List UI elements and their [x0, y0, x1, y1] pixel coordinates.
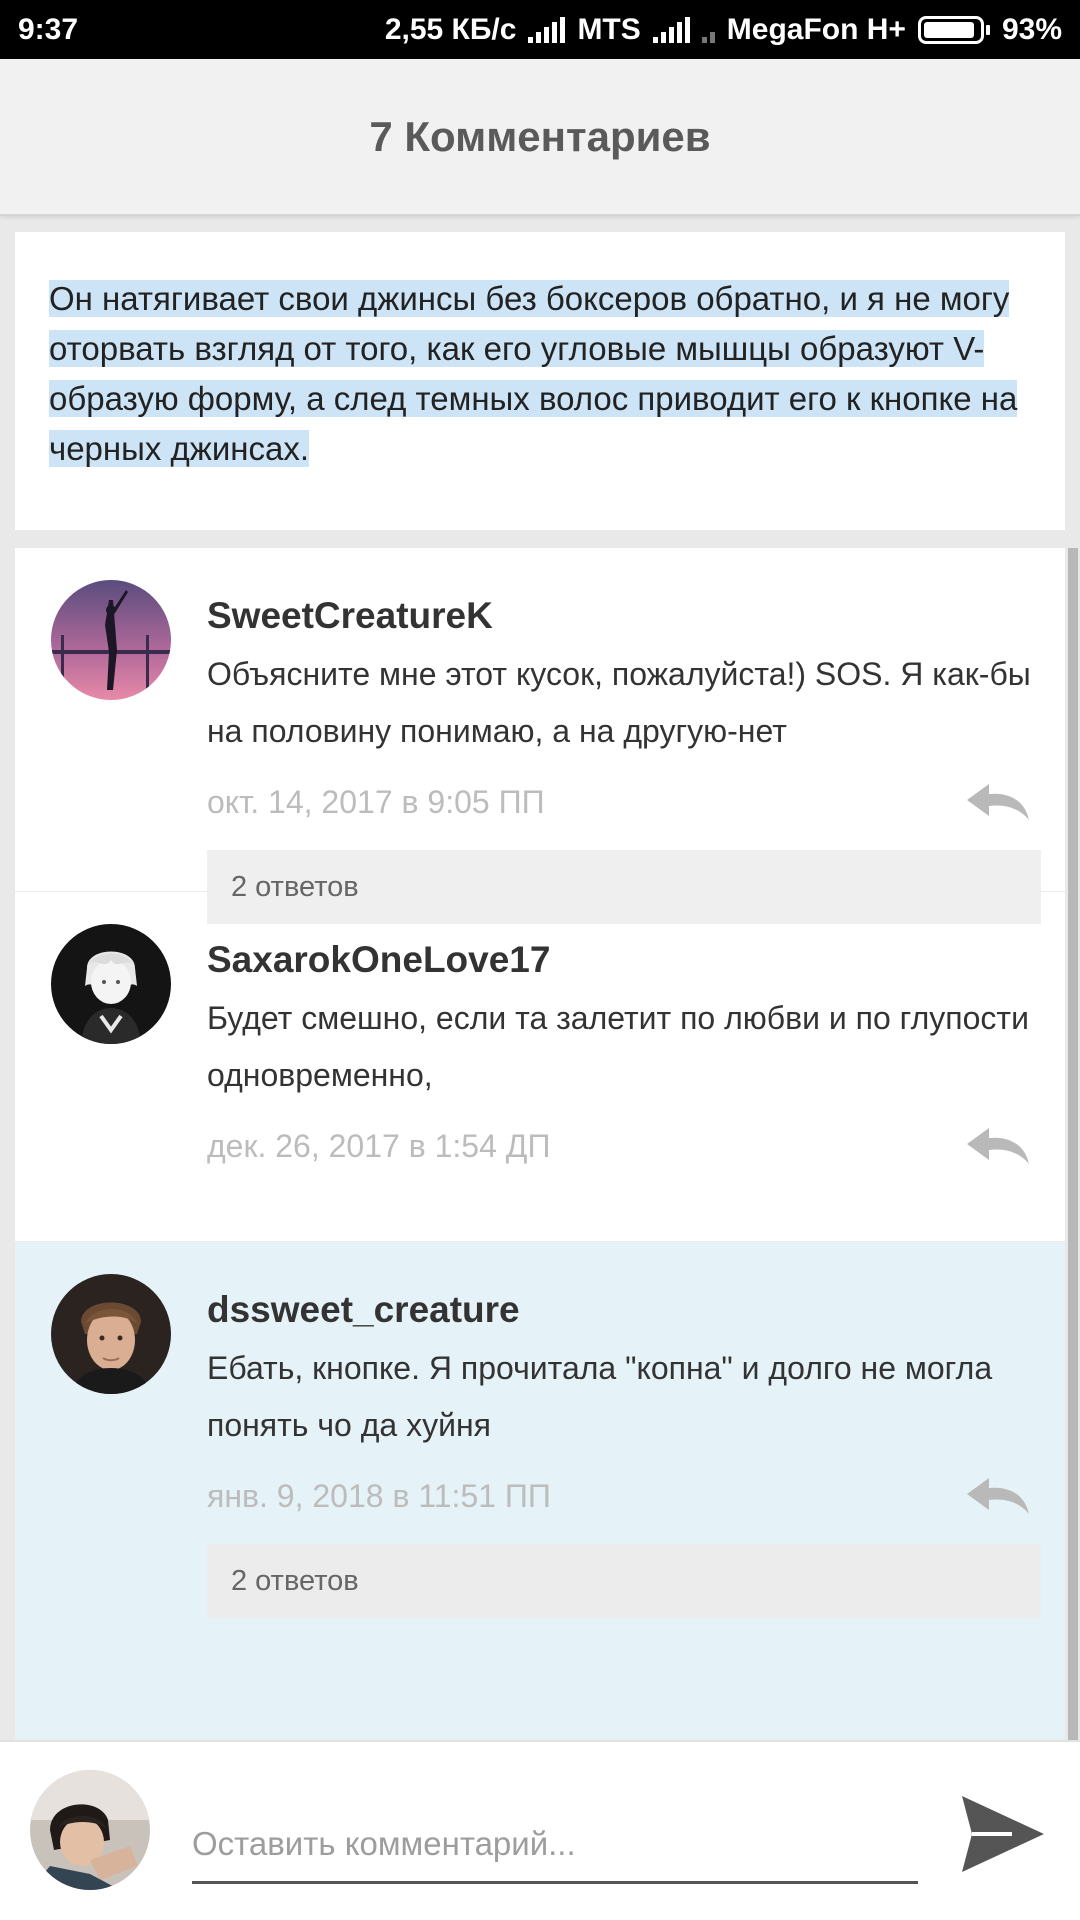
avatar[interactable]	[51, 924, 171, 1044]
comment-text: Будет смешно, если та залетит по любви и…	[207, 1000, 1029, 1093]
comment-item: SaxarokOneLove17 Будет смешно, если та з…	[15, 892, 1065, 1242]
comment-item: dssweet_creature Ебать, кнопке. Я прочит…	[15, 1242, 1065, 1740]
quote-text[interactable]: Он натягивает свои джинсы без боксеров о…	[49, 274, 1031, 474]
comments-header: 7 Комментариев	[0, 59, 1080, 216]
comment-username[interactable]: SweetCreatureK	[207, 588, 1041, 644]
reply-icon[interactable]	[965, 782, 1031, 822]
comment-input[interactable]: Оставить комментарий...	[192, 1806, 918, 1884]
comment-username[interactable]: SaxarokOneLove17	[207, 932, 1041, 988]
status-bar: 9:37 2,55 КБ/с MTS MegaFon H+ 93%	[0, 0, 1080, 59]
carrier-1: MTS	[577, 12, 641, 46]
comment-composer: Оставить комментарий...	[0, 1740, 1080, 1920]
comment-date: янв. 9, 2018 в 11:51 ПП	[207, 1477, 551, 1514]
carrier-2: MegaFon H+	[726, 12, 906, 46]
comment-text: Объясните мне этот кусок, пожалуйста!) S…	[207, 656, 1031, 749]
comment-date: дек. 26, 2017 в 1:54 ДП	[207, 1127, 551, 1164]
replies-button[interactable]: 2 ответов	[207, 1544, 1041, 1618]
avatar[interactable]	[51, 580, 171, 700]
page-title: 7 Комментариев	[369, 112, 711, 160]
quoted-paragraph: Он натягивает свои джинсы без боксеров о…	[15, 232, 1065, 530]
battery-percent: 93%	[1001, 12, 1062, 46]
comment-item: SweetCreatureK Объясните мне этот кусок,…	[15, 548, 1065, 924]
send-icon[interactable]	[958, 1792, 1046, 1876]
data-arrows-icon	[701, 17, 715, 43]
avatar	[30, 1770, 150, 1890]
signal-icon	[652, 16, 690, 43]
reply-icon[interactable]	[965, 1476, 1031, 1516]
scrollbar[interactable]	[1068, 548, 1078, 1740]
network-speed: 2,55 КБ/с	[384, 12, 517, 46]
signal-icon	[528, 16, 566, 43]
battery-icon	[917, 15, 990, 44]
comment-text: Ебать, кнопке. Я прочитала "копна" и дол…	[207, 1350, 993, 1443]
comment-username[interactable]: dssweet_creature	[207, 1282, 1041, 1338]
reply-icon[interactable]	[965, 1126, 1031, 1166]
comment-date: окт. 14, 2017 в 9:05 ПП	[207, 783, 545, 820]
status-time: 9:37	[18, 12, 79, 46]
comment-input-placeholder: Оставить комментарий...	[192, 1824, 576, 1862]
comments-list[interactable]: SweetCreatureK Объясните мне этот кусок,…	[15, 548, 1065, 1740]
avatar[interactable]	[51, 1274, 171, 1394]
